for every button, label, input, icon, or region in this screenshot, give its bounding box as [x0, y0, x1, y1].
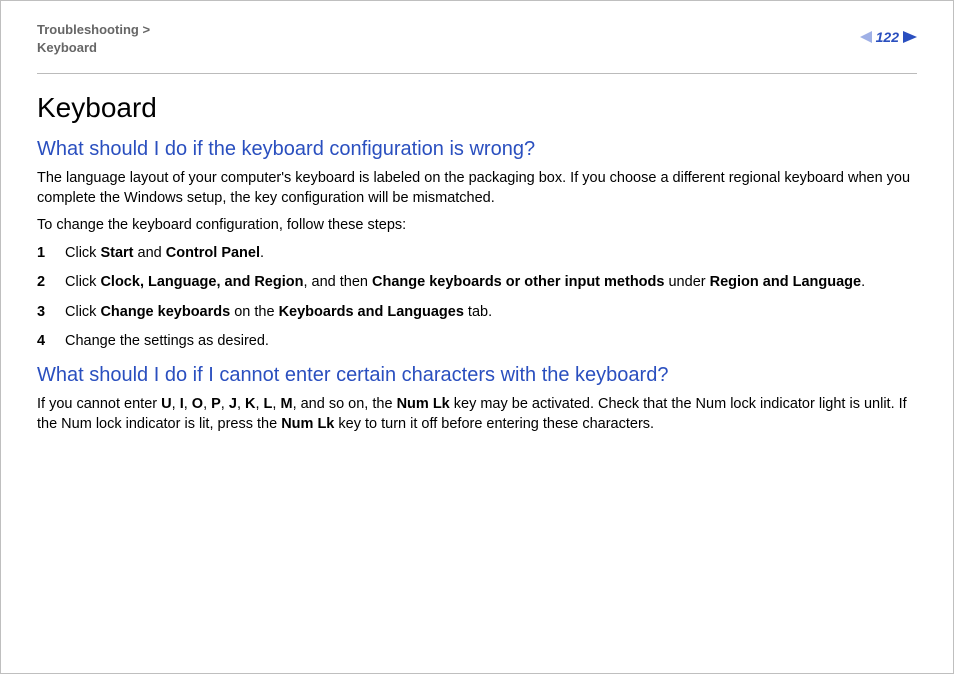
- section-heading-chars: What should I do if I cannot enter certa…: [37, 364, 917, 387]
- bold-term: Region and Language: [710, 274, 861, 290]
- bold-term: Control Panel: [166, 245, 260, 261]
- para-text: ,: [237, 396, 245, 412]
- bold-term: J: [229, 396, 237, 412]
- bold-term: Num Lk: [397, 396, 450, 412]
- step-1: Click Start and Control Panel.: [37, 244, 917, 264]
- step-text: Change the settings as desired.: [65, 333, 269, 349]
- section-heading-config: What should I do if the keyboard configu…: [37, 138, 917, 161]
- para-text: ,: [221, 396, 229, 412]
- step-text: on the: [230, 304, 278, 320]
- bold-term: U: [161, 396, 171, 412]
- step-3: Click Change keyboards on the Keyboards …: [37, 303, 917, 323]
- para-text: ,: [203, 396, 211, 412]
- step-text: .: [260, 245, 264, 261]
- bold-term: Change keyboards: [100, 304, 230, 320]
- bold-term: Change keyboards or other input methods: [372, 274, 664, 290]
- page-title: Keyboard: [37, 92, 917, 124]
- bold-term: Clock, Language, and Region: [100, 274, 303, 290]
- section1-para2: To change the keyboard configuration, fo…: [37, 216, 917, 236]
- page-nav: 122: [860, 29, 917, 45]
- step-text: and: [134, 245, 166, 261]
- step-text: Click: [65, 245, 100, 261]
- section2-para: If you cannot enter U, I, O, P, J, K, L,…: [37, 395, 917, 434]
- step-text: .: [861, 274, 865, 290]
- para-text: key to turn it off before entering these…: [334, 416, 654, 432]
- breadcrumb-child: Keyboard: [37, 40, 97, 55]
- step-text: under: [664, 274, 709, 290]
- bold-term: Num Lk: [281, 416, 334, 432]
- next-page-icon[interactable]: [903, 31, 917, 43]
- step-2: Click Clock, Language, and Region, and t…: [37, 273, 917, 293]
- para-text: ,: [172, 396, 180, 412]
- bold-term: K: [245, 396, 255, 412]
- para-text: ,: [255, 396, 263, 412]
- bold-term: O: [192, 396, 203, 412]
- step-text: Click: [65, 304, 100, 320]
- bold-term: M: [280, 396, 292, 412]
- bold-term: P: [211, 396, 221, 412]
- steps-list: Click Start and Control Panel. Click Clo…: [37, 244, 917, 352]
- breadcrumb-parent: Troubleshooting: [37, 22, 139, 37]
- page-number: 122: [876, 29, 899, 45]
- para-text: , and so on, the: [293, 396, 397, 412]
- prev-page-icon[interactable]: [860, 31, 872, 43]
- step-text: , and then: [303, 274, 372, 290]
- para-text: If you cannot enter: [37, 396, 161, 412]
- step-4: Change the settings as desired.: [37, 332, 917, 352]
- page-header: Troubleshooting > Keyboard 122: [37, 21, 917, 69]
- step-text: tab.: [464, 304, 492, 320]
- document-page: Troubleshooting > Keyboard 122 Keyboard …: [0, 0, 954, 674]
- section1-para1: The language layout of your computer's k…: [37, 169, 917, 208]
- breadcrumb: Troubleshooting > Keyboard: [37, 21, 917, 56]
- bold-term: Start: [100, 245, 133, 261]
- header-divider: [37, 73, 917, 74]
- step-text: Click: [65, 274, 100, 290]
- bold-term: Keyboards and Languages: [279, 304, 464, 320]
- breadcrumb-separator: >: [142, 22, 150, 37]
- para-text: ,: [184, 396, 192, 412]
